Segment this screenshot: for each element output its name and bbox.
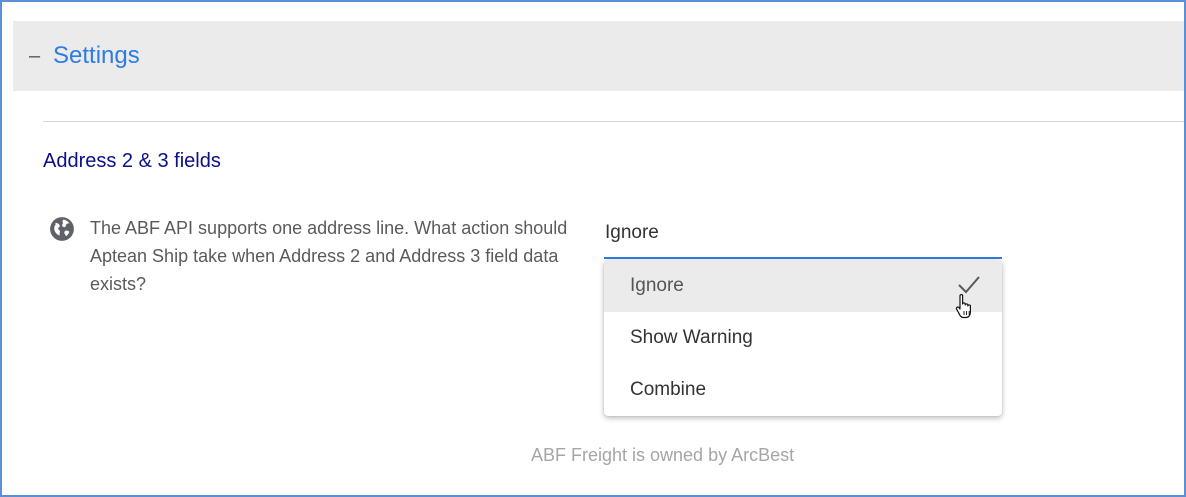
option-label: Show Warning bbox=[630, 327, 753, 348]
screenshot-frame: – Settings Address 2 & 3 fields The ABF … bbox=[0, 0, 1186, 497]
footer-note: ABF Freight is owned by ArcBest bbox=[531, 445, 795, 465]
address-action-select[interactable]: Ignore bbox=[604, 217, 1002, 259]
collapse-icon[interactable]: – bbox=[29, 43, 40, 69]
option-combine[interactable]: Combine bbox=[604, 364, 1002, 416]
option-label: Ignore bbox=[630, 275, 684, 296]
panel-title[interactable]: Settings bbox=[53, 42, 140, 70]
option-ignore[interactable]: Ignore bbox=[604, 260, 1002, 319]
settings-panel-header[interactable]: – Settings bbox=[13, 21, 1184, 91]
address-action-dropdown: Ignore Show Warning Combine bbox=[604, 260, 1002, 416]
divider bbox=[43, 121, 1184, 122]
section-title: Address 2 & 3 fields bbox=[43, 150, 221, 172]
globe-icon bbox=[50, 217, 74, 241]
option-show-warning[interactable]: Show Warning bbox=[604, 312, 1002, 364]
setting-description: The ABF API supports one address line. W… bbox=[90, 218, 568, 294]
option-label: Combine bbox=[630, 379, 707, 400]
select-current-value: Ignore bbox=[605, 222, 659, 243]
